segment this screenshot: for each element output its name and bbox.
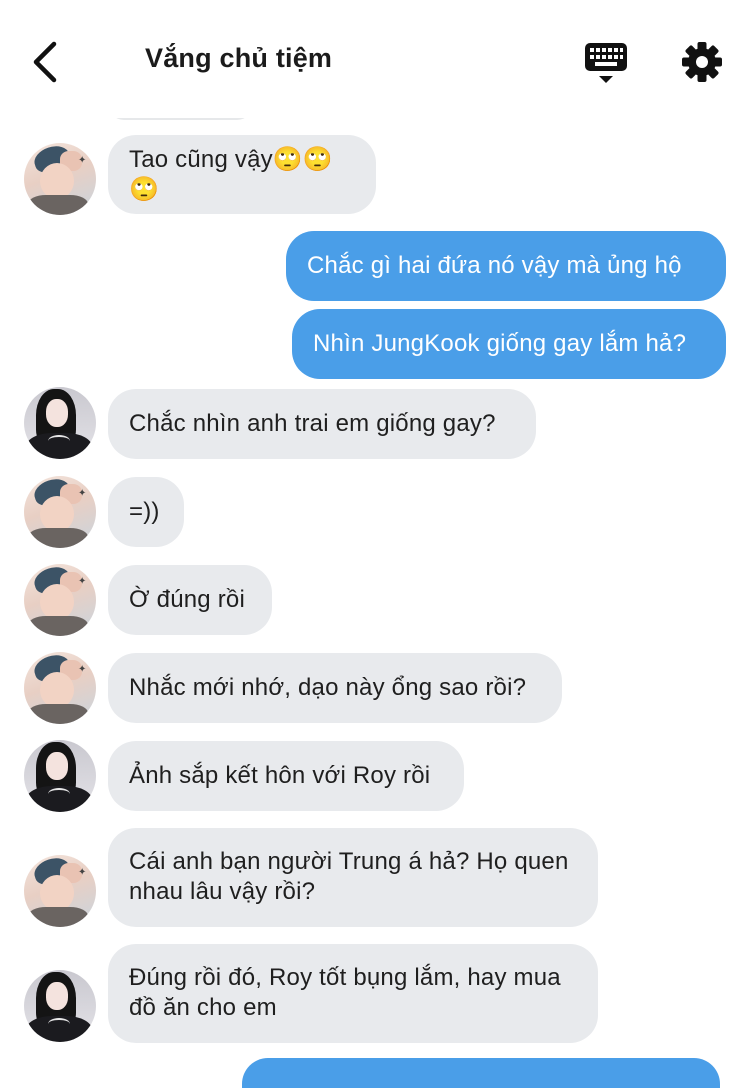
message-bubble-outgoing-partial[interactable] (242, 1058, 720, 1088)
gear-icon (682, 42, 722, 82)
conversation-title: Vắng chủ tiệm (145, 43, 333, 73)
chevron-left-icon (33, 41, 57, 83)
avatar[interactable]: ✦ (24, 855, 96, 927)
keyboard-button[interactable] (583, 40, 629, 86)
message-bubble-outgoing[interactable]: Chắc gì hai đứa nó vậy mà ủng hộ (286, 231, 726, 301)
chat-header: Vắng chủ tiệm (0, 0, 750, 118)
back-button[interactable] (28, 40, 68, 84)
settings-button[interactable] (680, 40, 724, 84)
message-bubble-incoming[interactable]: =)) (108, 477, 184, 547)
avatar[interactable] (24, 740, 96, 812)
message-bubble-incoming[interactable]: Cái anh bạn người Trung á hả? Họ quen nh… (108, 828, 598, 927)
message-bubble-incoming[interactable]: Ờ đúng rồi (108, 565, 272, 635)
message-bubble-incoming[interactable]: Đúng rồi đó, Roy tốt bụng lắm, hay mua đ… (108, 944, 598, 1043)
avatar[interactable]: ✦ (24, 652, 96, 724)
avatar[interactable]: ✦ (24, 476, 96, 548)
message-bubble-outgoing[interactable]: Nhìn JungKook giống gay lắm hả? (292, 309, 726, 379)
message-bubble-incoming[interactable]: Chắc nhìn anh trai em giống gay? (108, 389, 536, 459)
message-bubble-incoming[interactable]: Nhắc mới nhớ, dạo này ổng sao rồi? (108, 653, 562, 723)
avatar[interactable] (24, 970, 96, 1042)
message-bubble-incoming[interactable]: Tao cũng vậy🙄🙄🙄 (108, 135, 376, 214)
avatar[interactable] (24, 387, 96, 459)
message-bubble-incoming[interactable]: Ảnh sắp kết hôn với Roy rồi (108, 741, 464, 811)
avatar[interactable]: ✦ (24, 564, 96, 636)
keyboard-icon (585, 43, 627, 83)
avatar[interactable]: ✦ (24, 143, 96, 215)
